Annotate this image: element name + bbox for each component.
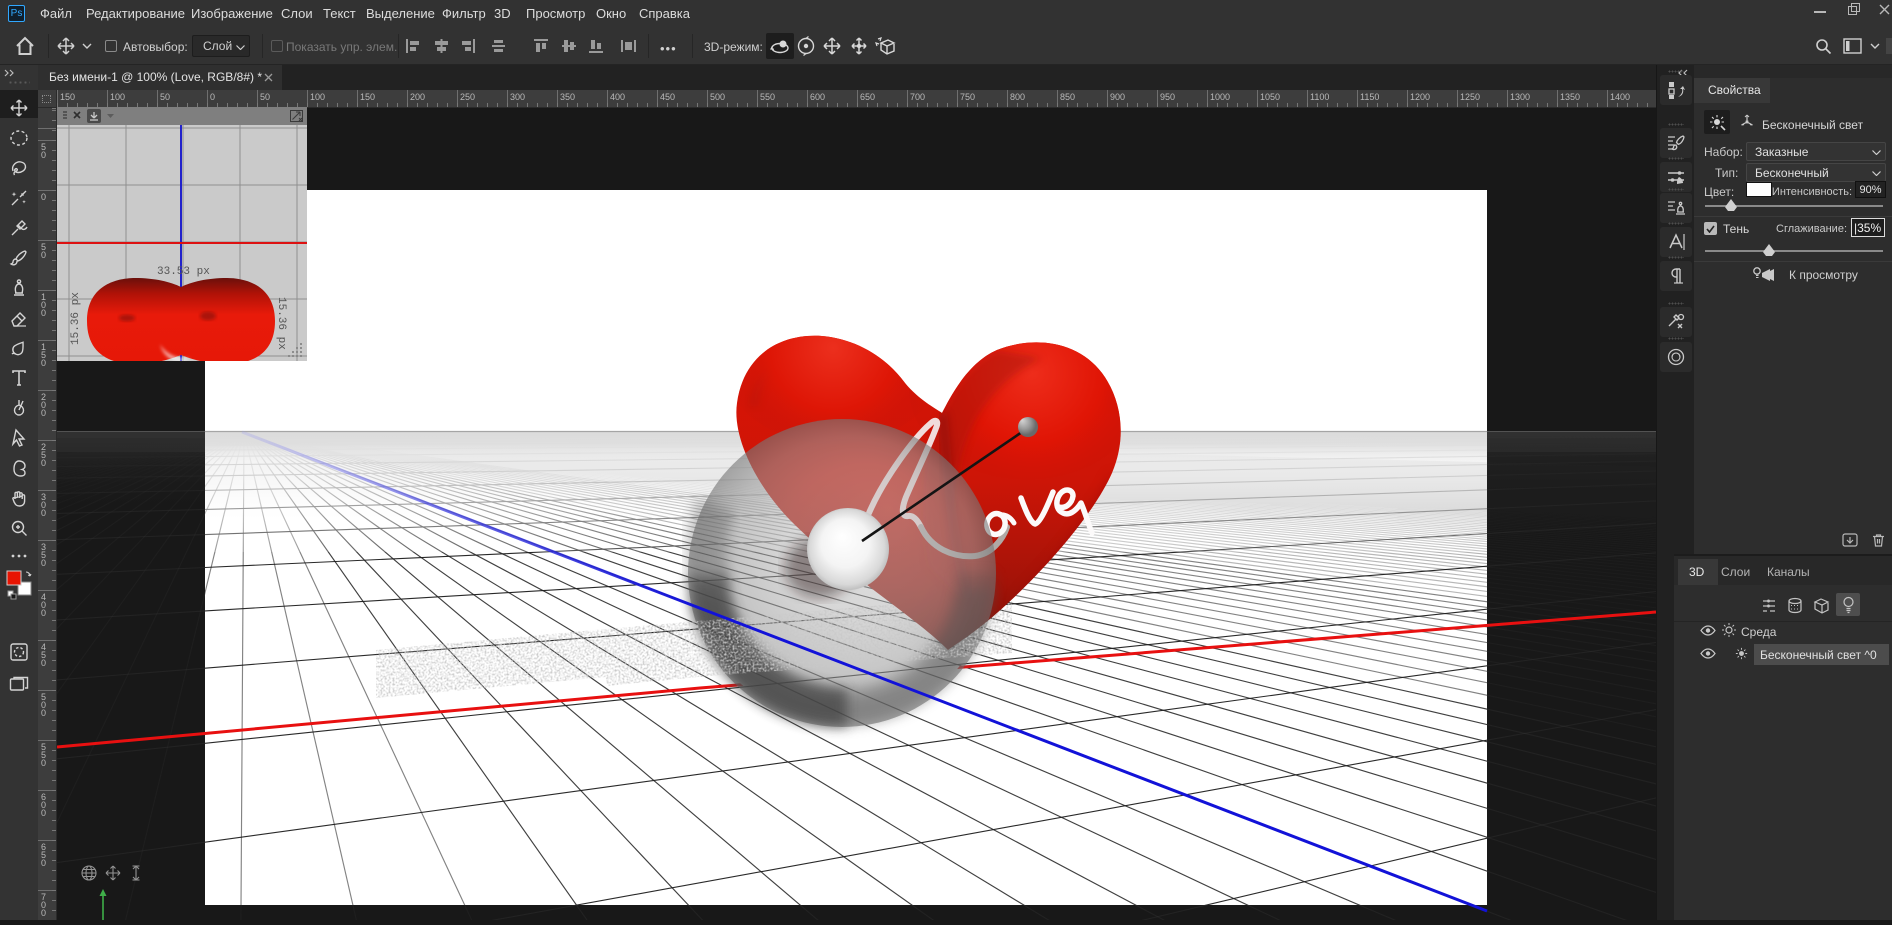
svg-text:33.53 px: 33.53 px — [157, 266, 210, 278]
svg-text:15.36 px: 15.36 px — [70, 292, 82, 345]
svg-text:15.36 px: 15.36 px — [275, 297, 287, 350]
